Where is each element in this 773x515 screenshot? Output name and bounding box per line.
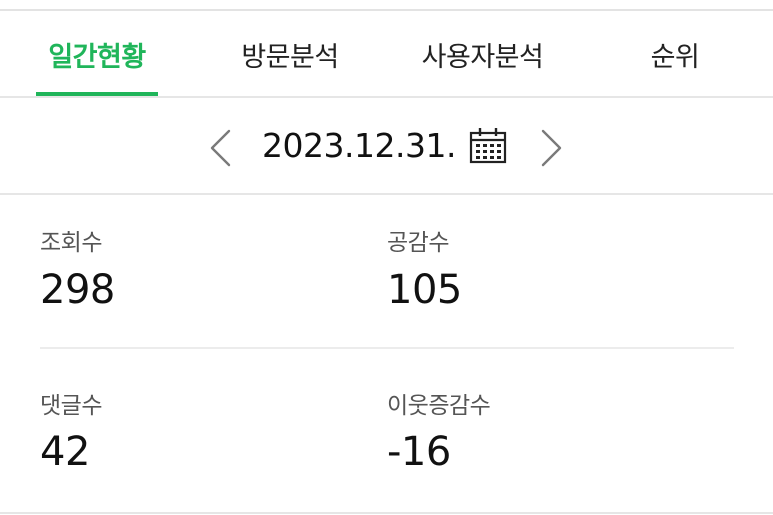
chevron-right-icon[interactable] xyxy=(537,128,567,168)
selected-date: 2023.12.31. xyxy=(262,126,456,165)
tab-visit-analysis[interactable]: 방문분석 xyxy=(225,11,355,97)
tab-label: 순위 xyxy=(650,41,700,73)
tab-label: 방문분석 xyxy=(241,41,339,73)
bottom-border xyxy=(0,512,773,514)
chevron-left-icon[interactable] xyxy=(205,128,235,168)
neighbor-change-label: 이웃증감수 xyxy=(387,393,491,419)
tab-bar: 일간현황 방문분석 사용자분석 순위 xyxy=(0,11,773,97)
comments-value: 42 xyxy=(40,429,90,475)
stats-divider xyxy=(40,347,734,349)
views-label: 조회수 xyxy=(40,230,102,256)
tab-user-analysis[interactable]: 사용자분석 xyxy=(405,11,560,97)
tab-ranking[interactable]: 순위 xyxy=(630,11,720,97)
comments-label: 댓글수 xyxy=(40,393,102,419)
likes-label: 공감수 xyxy=(387,230,449,256)
date-navigator: 2023.12.31. xyxy=(0,98,773,194)
likes-value: 105 xyxy=(387,267,462,313)
views-value: 298 xyxy=(40,267,115,313)
neighbor-change-value: -16 xyxy=(387,429,451,475)
calendar-icon[interactable] xyxy=(468,127,508,165)
tab-label: 사용자분석 xyxy=(421,41,544,73)
tab-daily-overview[interactable]: 일간현황 xyxy=(36,11,158,97)
tab-label: 일간현황 xyxy=(48,41,146,73)
date-divider xyxy=(0,193,773,195)
